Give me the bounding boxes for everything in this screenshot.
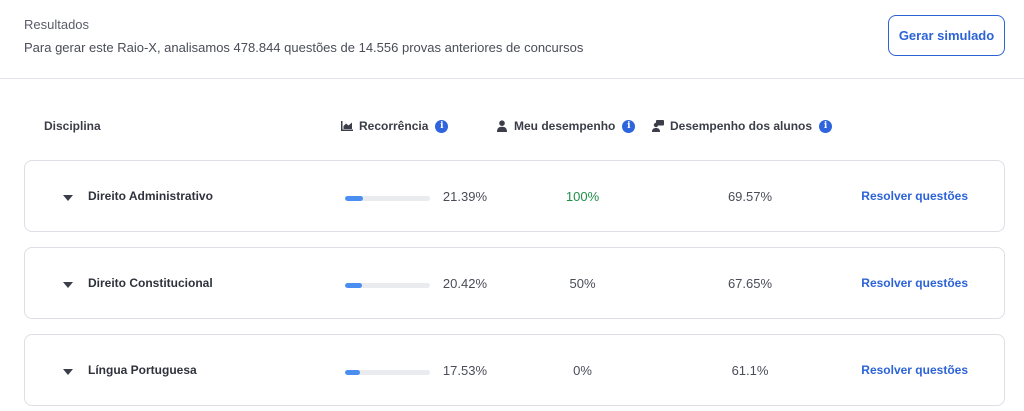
disciplina-name: Língua Portuguesa	[88, 363, 197, 377]
column-disciplina-label: Disciplina	[44, 119, 101, 133]
info-icon[interactable]: i	[435, 119, 449, 133]
disciplina-name: Direito Administrativo	[88, 189, 213, 203]
column-recorrencia-label: Recorrência	[359, 119, 429, 133]
caret-down-icon[interactable]	[63, 195, 73, 201]
recorrencia-value: 20.42%	[442, 276, 487, 291]
recorrencia-bar-fill	[345, 370, 360, 375]
gerar-simulado-button[interactable]: Gerar simulado	[888, 15, 1005, 56]
desempenho-alunos-value: 61.1%	[731, 363, 769, 378]
table-row[interactable]: Direito Administrativo 21.39% 100% 69.57…	[24, 160, 1005, 232]
caret-down-icon[interactable]	[63, 369, 73, 375]
column-header-meu-desempenho: Meu desempenho i	[496, 119, 636, 133]
resolver-questoes-link[interactable]: Resolver questões	[861, 276, 968, 290]
resolver-questoes-link[interactable]: Resolver questões	[861, 363, 968, 377]
desempenho-alunos-value: 67.65%	[727, 276, 773, 291]
recorrencia-bar	[345, 370, 430, 375]
results-header: Resultados Para gerar este Raio-X, anali…	[0, 0, 1024, 79]
users-icon	[652, 120, 664, 132]
caret-down-icon[interactable]	[63, 282, 73, 288]
results-subtitle: Para gerar este Raio-X, analisamos 478.8…	[24, 40, 584, 55]
info-icon[interactable]: i	[622, 119, 636, 133]
info-icon[interactable]: i	[819, 119, 833, 133]
column-header-recorrencia: Recorrência i	[341, 119, 449, 133]
results-title: Resultados	[24, 17, 90, 32]
table-row[interactable]: Direito Constitucional 20.42% 50% 67.65%…	[24, 247, 1005, 319]
user-icon	[496, 120, 508, 132]
resolver-questoes-link[interactable]: Resolver questões	[861, 189, 968, 203]
recorrencia-bar-fill	[345, 283, 363, 288]
disciplina-name: Direito Constitucional	[88, 276, 213, 290]
meu-desempenho-value: 0%	[573, 363, 592, 378]
meu-desempenho-value: 100%	[565, 189, 600, 204]
recorrencia-bar	[345, 196, 430, 201]
column-header-disciplina: Disciplina	[44, 119, 101, 133]
column-meu-desempenho-label: Meu desempenho	[514, 119, 616, 133]
chart-icon	[341, 120, 353, 132]
column-desempenho-alunos-label: Desempenho dos alunos	[670, 119, 813, 133]
table-row[interactable]: Língua Portuguesa 17.53% 0% 61.1% Resolv…	[24, 334, 1005, 406]
recorrencia-bar	[345, 283, 430, 288]
meu-desempenho-value: 50%	[569, 276, 596, 291]
desempenho-alunos-value: 69.57%	[727, 189, 773, 204]
recorrencia-value: 21.39%	[442, 189, 487, 204]
recorrencia-bar-fill	[345, 196, 364, 201]
column-header-desempenho-alunos: Desempenho dos alunos i	[652, 119, 833, 133]
recorrencia-value: 17.53%	[442, 363, 487, 378]
